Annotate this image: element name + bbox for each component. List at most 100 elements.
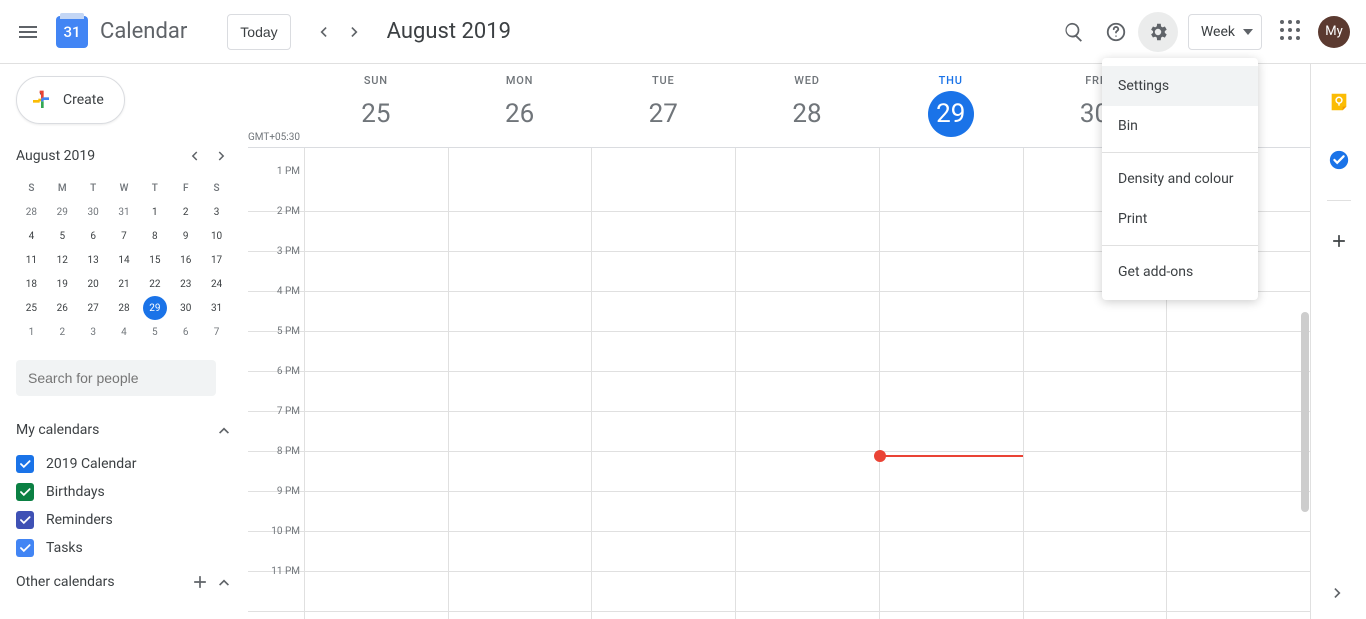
mini-date-cell[interactable]: 10 [205, 224, 229, 248]
calendar-item-label: 2019 Calendar [46, 456, 137, 472]
next-week-button[interactable] [339, 16, 371, 48]
day-header[interactable]: WED28 [735, 64, 879, 147]
calendar-item[interactable]: Birthdays [16, 478, 248, 506]
day-header-date: 25 [353, 91, 399, 137]
mini-date-cell[interactable]: 16 [174, 248, 198, 272]
mini-date-cell[interactable]: 17 [205, 248, 229, 272]
mini-date-cell[interactable]: 23 [174, 272, 198, 296]
calendar-checkbox[interactable] [16, 511, 34, 529]
hour-row[interactable]: 10 PM [248, 532, 1310, 572]
calendar-item[interactable]: Tasks [16, 534, 248, 562]
mini-date-cell[interactable]: 7 [205, 320, 229, 344]
hour-row[interactable]: 11 PM [248, 572, 1310, 612]
mini-date-cell[interactable]: 13 [81, 248, 105, 272]
mini-date-cell[interactable]: 11 [19, 248, 43, 272]
mini-date-cell[interactable]: 19 [50, 272, 74, 296]
calendar-item[interactable]: 2019 Calendar [16, 450, 248, 478]
mini-date-cell[interactable]: 12 [50, 248, 74, 272]
vertical-scrollbar[interactable] [1300, 152, 1310, 619]
google-apps-button[interactable] [1272, 12, 1312, 52]
mini-date-cell[interactable]: 22 [143, 272, 167, 296]
create-button[interactable]: Create [16, 76, 125, 124]
mini-date-cell[interactable]: 28 [19, 200, 43, 224]
hamburger-menu-button[interactable] [8, 12, 48, 52]
my-calendars-toggle[interactable]: My calendars [16, 414, 248, 446]
view-select-dropdown[interactable]: Week [1188, 14, 1262, 50]
hide-side-panel-button[interactable] [1322, 577, 1354, 609]
mini-date-cell[interactable]: 24 [205, 272, 229, 296]
mini-date-cell[interactable]: 18 [19, 272, 43, 296]
hour-row[interactable]: 9 PM [248, 492, 1310, 532]
mini-date-cell[interactable]: 31 [205, 296, 229, 320]
settings-menu-item[interactable]: Bin [1102, 106, 1258, 146]
keep-button[interactable] [1319, 82, 1359, 122]
prev-week-button[interactable] [307, 16, 339, 48]
settings-menu-item[interactable]: Settings [1102, 66, 1258, 106]
settings-menu-item[interactable]: Print [1102, 199, 1258, 239]
mini-prev-month-button[interactable] [180, 142, 208, 170]
hour-row[interactable]: 6 PM [248, 372, 1310, 412]
chevron-right-icon [345, 22, 365, 42]
mini-date-cell[interactable]: 29 [50, 200, 74, 224]
mini-date-cell[interactable]: 6 [81, 224, 105, 248]
mini-date-cell[interactable]: 27 [81, 296, 105, 320]
calendar-checkbox[interactable] [16, 539, 34, 557]
calendar-item[interactable]: Reminders [16, 506, 248, 534]
settings-button[interactable] [1138, 12, 1178, 52]
hour-row[interactable]: 5 PM [248, 332, 1310, 372]
mini-next-month-button[interactable] [208, 142, 236, 170]
mini-date-cell[interactable]: 30 [81, 200, 105, 224]
chevron-left-icon [313, 22, 333, 42]
mini-date-cell[interactable]: 4 [112, 320, 136, 344]
mini-date-cell[interactable]: 30 [174, 296, 198, 320]
hour-row[interactable]: 8 PM [248, 452, 1310, 492]
day-header-dow: FRI [1085, 74, 1104, 87]
mini-date-cell[interactable]: 7 [112, 224, 136, 248]
mini-date-cell[interactable]: 2 [50, 320, 74, 344]
mini-date-cell[interactable]: 14 [112, 248, 136, 272]
mini-date-cell[interactable]: 21 [112, 272, 136, 296]
today-button[interactable]: Today [227, 14, 290, 50]
hour-row[interactable]: 7 PM [248, 412, 1310, 452]
day-header[interactable]: THU29 [879, 64, 1023, 147]
search-button[interactable] [1054, 12, 1094, 52]
mini-date-cell[interactable]: 28 [112, 296, 136, 320]
calendar-checkbox[interactable] [16, 455, 34, 473]
mini-date-cell[interactable]: 5 [50, 224, 74, 248]
mini-date-cell[interactable]: 8 [143, 224, 167, 248]
day-header[interactable]: SUN25 [304, 64, 448, 147]
other-calendars-toggle[interactable]: Other calendars [16, 566, 248, 598]
mini-calendar-header: August 2019 [16, 142, 248, 170]
day-header-dow: THU [939, 74, 963, 87]
mini-date-cell[interactable]: 4 [19, 224, 43, 248]
tasks-button[interactable] [1319, 140, 1359, 180]
mini-date-cell[interactable]: 2 [174, 200, 198, 224]
support-button[interactable] [1096, 12, 1136, 52]
account-avatar[interactable]: My [1318, 16, 1350, 48]
mini-date-cell[interactable]: 29 [143, 296, 167, 320]
mini-date-cell[interactable]: 31 [112, 200, 136, 224]
day-header[interactable]: MON26 [448, 64, 592, 147]
scroll-thumb[interactable] [1301, 312, 1309, 512]
mini-date-cell[interactable]: 3 [81, 320, 105, 344]
settings-menu-item[interactable]: Get add-ons [1102, 252, 1258, 292]
mini-date-cell[interactable]: 9 [174, 224, 198, 248]
plus-icon[interactable] [190, 572, 210, 592]
hour-label: 3 PM [248, 246, 300, 257]
chevron-left-icon [185, 147, 203, 165]
addons-button[interactable] [1319, 221, 1359, 261]
search-people-field[interactable] [16, 360, 216, 396]
mini-date-cell[interactable]: 5 [143, 320, 167, 344]
mini-date-cell[interactable]: 15 [143, 248, 167, 272]
mini-date-cell[interactable]: 26 [50, 296, 74, 320]
mini-date-cell[interactable]: 1 [143, 200, 167, 224]
mini-date-cell[interactable]: 20 [81, 272, 105, 296]
search-people-input[interactable] [28, 370, 204, 386]
mini-date-cell[interactable]: 6 [174, 320, 198, 344]
calendar-checkbox[interactable] [16, 483, 34, 501]
settings-menu-item[interactable]: Density and colour [1102, 159, 1258, 199]
mini-date-cell[interactable]: 3 [205, 200, 229, 224]
day-header[interactable]: TUE27 [591, 64, 735, 147]
mini-date-cell[interactable]: 1 [19, 320, 43, 344]
mini-date-cell[interactable]: 25 [19, 296, 43, 320]
